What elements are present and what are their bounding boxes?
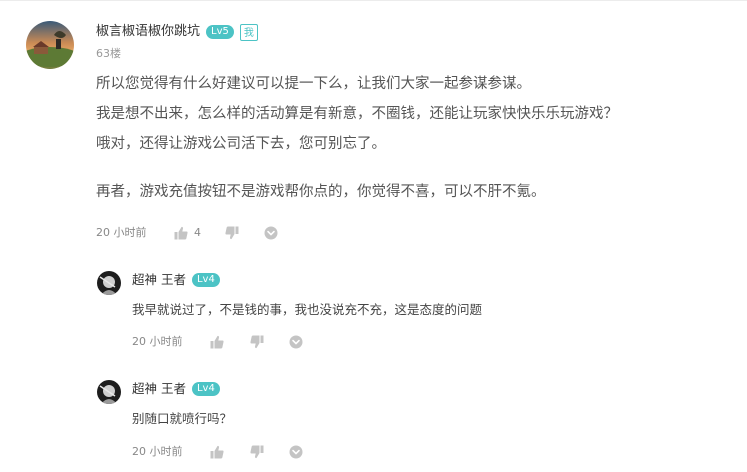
comment-text-line: 哦对，还得让游戏公司活下去，您可别忘了。 (96, 136, 386, 152)
reply-avatar[interactable] (97, 380, 121, 404)
thumbs-up-icon (210, 335, 224, 349)
reply-text: 别随口就喷行吗？ (132, 411, 233, 426)
reply-username[interactable]: 超神 王者 (132, 271, 186, 289)
like-button[interactable] (210, 335, 224, 349)
top-divider (0, 0, 747, 1)
thumbs-down-icon (250, 445, 264, 459)
chevron-down-circle-icon (289, 445, 303, 459)
more-button[interactable] (289, 445, 303, 459)
dislike-button[interactable] (250, 445, 264, 459)
floor-number: 63楼 (96, 47, 121, 60)
reply-header: 超神 王者 Lv4 (132, 271, 220, 289)
reply-text: 我早就说过了，不是钱的事，我也没说充不充，这是态度的问题 (132, 302, 483, 317)
comment-text-line: 我是想不出来，怎么样的活动算是有新意，不圈钱，还能让玩家快快乐乐玩游戏？ (96, 106, 618, 122)
comment-text-line: 再者，游戏充值按钮不是游戏帮你点的，你觉得不喜，可以不肝不氪。 (96, 184, 546, 200)
timestamp: 20 小时前 (96, 226, 147, 239)
thumbs-down-icon (250, 335, 264, 349)
more-button[interactable] (289, 335, 303, 349)
reply-actions: 20 小时前 (132, 444, 303, 460)
dislike-button[interactable] (225, 226, 239, 240)
level-badge: Lv5 (206, 25, 234, 39)
username[interactable]: 椒言椒语椒你跳坑 (96, 23, 200, 41)
comment-header: 椒言椒语椒你跳坑 Lv5 我 (96, 23, 258, 41)
more-button[interactable] (264, 226, 278, 240)
reply-header: 超神 王者 Lv4 (132, 380, 220, 398)
chevron-down-circle-icon (289, 335, 303, 349)
comment-text-line: 所以您觉得有什么好建议可以提一下么，让我们大家一起参谋参谋。 (96, 76, 531, 92)
comment-actions: 20 小时前 4 (96, 225, 278, 241)
reply-username[interactable]: 超神 王者 (132, 380, 186, 398)
like-button[interactable] (210, 445, 224, 459)
like-count: 4 (194, 226, 201, 239)
thumbs-up-icon (210, 445, 224, 459)
timestamp: 20 小时前 (132, 445, 183, 458)
level-badge: Lv4 (191, 382, 220, 396)
dislike-button[interactable] (250, 335, 264, 349)
reply-actions: 20 小时前 (132, 334, 303, 350)
like-button[interactable]: 4 (174, 225, 201, 241)
reply-avatar[interactable] (97, 271, 121, 295)
timestamp: 20 小时前 (132, 335, 183, 348)
avatar[interactable] (26, 21, 74, 69)
thumbs-down-icon (225, 226, 239, 240)
me-badge: 我 (239, 23, 258, 41)
chevron-down-circle-icon (264, 226, 278, 240)
thumbs-up-icon (174, 226, 188, 240)
level-badge: Lv4 (191, 273, 220, 287)
